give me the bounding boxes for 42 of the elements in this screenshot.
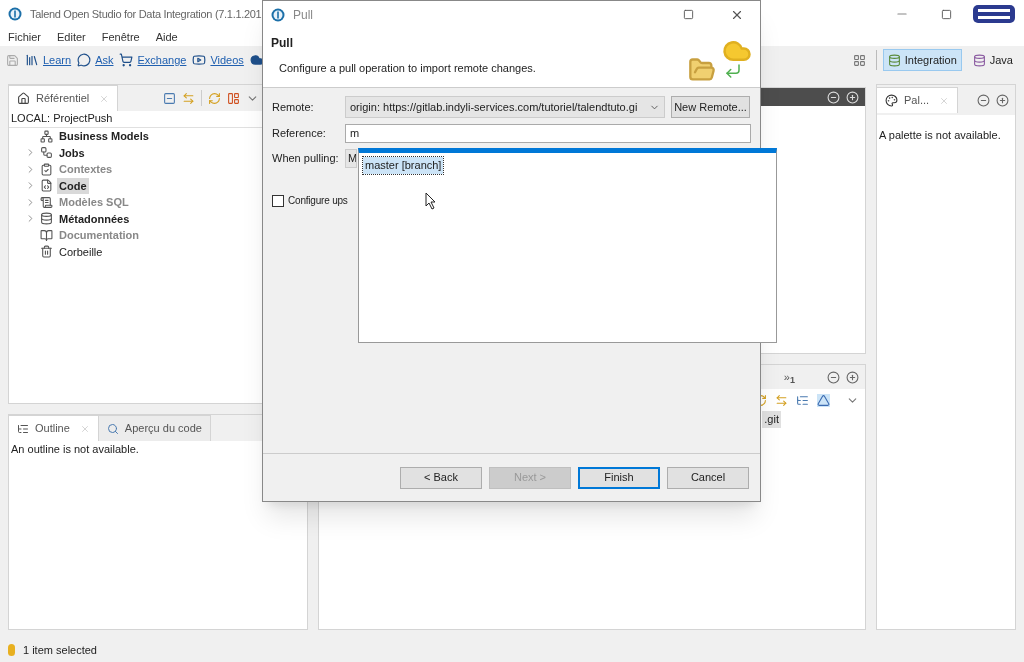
toolbar-link[interactable]: Ask: [95, 51, 114, 69]
tree-item[interactable]: Documentation: [57, 227, 142, 244]
reference-label: Reference:: [272, 125, 327, 141]
panel-tab[interactable]: Outline: [9, 415, 99, 441]
perspective-button[interactable]: Integration: [882, 49, 962, 71]
tree-item[interactable]: Business Models: [57, 128, 151, 145]
tree-item[interactable]: Contextes: [57, 161, 115, 178]
panel-tab[interactable]: Référentiel: [9, 85, 119, 111]
status-text: 1 item selected: [23, 642, 97, 658]
tree-item[interactable]: Code: [57, 177, 89, 194]
menu-item[interactable]: Editer: [57, 28, 86, 46]
tree-item[interactable]: Métadonnées: [57, 210, 132, 227]
reference-field[interactable]: m: [345, 123, 751, 143]
palette-message: A palette is not available.: [878, 128, 1002, 143]
outline-message: An outline is not available.: [10, 442, 140, 457]
dialog-heading: Pull: [271, 35, 294, 52]
menu-item[interactable]: Fenêtre: [101, 28, 140, 46]
tree-item[interactable]: Modèles SQL: [57, 194, 131, 211]
dialog-button[interactable]: Finish: [578, 466, 660, 489]
overflow-tabs[interactable]: »$_{1}$: [783, 368, 795, 386]
tree-item[interactable]: Jobs: [57, 144, 87, 161]
when-pulling-select[interactable]: M: [345, 148, 357, 168]
dialog-button[interactable]: < Back: [400, 466, 482, 489]
window-title: Talend Open Studio for Data Integration (7.1.1.201: [30, 6, 262, 22]
panel-tab[interactable]: Pal...: [877, 87, 959, 113]
remote-select[interactable]: origin: https://gitlab.indyli-services.com/tutoriel/talendtuto.gi: [345, 96, 665, 118]
repository-path[interactable]: .git: [762, 411, 781, 428]
new-remote-button[interactable]: New Remote...: [671, 96, 750, 118]
checkbox-label: Configure ups: [288, 194, 348, 208]
perspective-button[interactable]: Java: [967, 49, 1018, 71]
dialog-title: Pull: [293, 6, 313, 24]
toolbar-link[interactable]: Learn: [43, 51, 72, 69]
panel-tab[interactable]: Aperçu du code: [98, 415, 211, 441]
menu-item[interactable]: Aide: [155, 28, 178, 46]
toolbar-link[interactable]: Exchange: [137, 51, 187, 69]
menu-item[interactable]: Fichier: [8, 28, 41, 46]
when-pulling-label: When pulling:: [272, 150, 340, 166]
dialog-button[interactable]: Cancel: [667, 466, 749, 489]
tree-item[interactable]: Corbeille: [57, 243, 105, 260]
suggestion-item[interactable]: master [branch]: [363, 157, 444, 174]
toolbar-link[interactable]: Videos: [210, 51, 244, 69]
dialog-description: Configure a pull operation to import remote changes.: [278, 61, 537, 76]
